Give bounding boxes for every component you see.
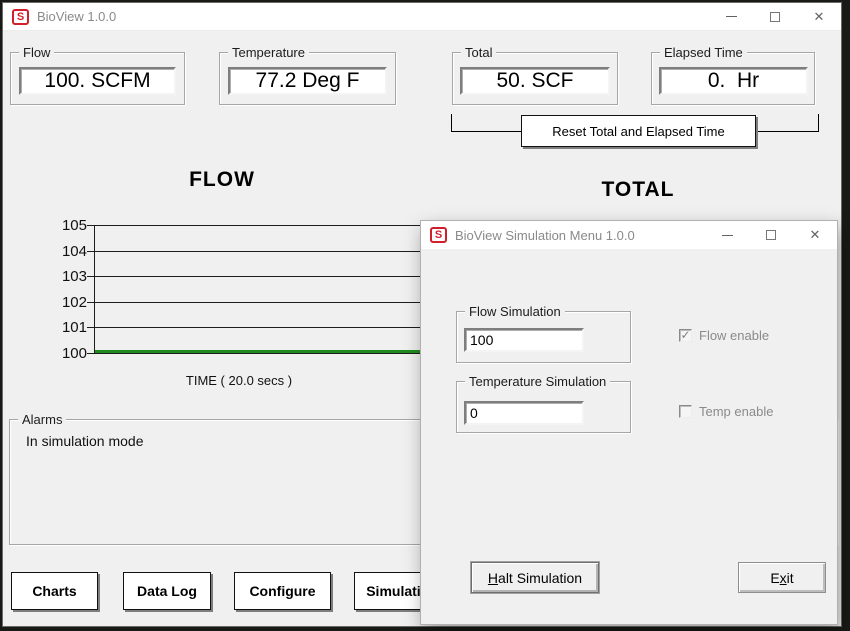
exit-button[interactable]: Exit [738,562,826,593]
temperature-simulation-label: Temperature Simulation [465,374,610,389]
close-button[interactable]: ✕ [797,3,841,30]
dialog-maximize-button[interactable] [749,221,793,249]
total-gauge-label: Total [461,45,496,60]
main-window-controls: ✕ [709,3,841,30]
y-axis-line [94,225,95,354]
close-icon: ✕ [814,9,825,25]
dialog-titlebar[interactable]: S BioView Simulation Menu 1.0.0 ✕ [421,221,837,249]
minimize-icon [722,235,733,236]
ytick [87,276,94,277]
checkbox-icon [679,405,692,418]
checkbox-icon: ✓ [679,329,692,342]
flow-simulation-input[interactable] [464,328,584,352]
ytick [87,302,94,303]
configure-button[interactable]: Configure [234,572,331,610]
ytick-label: 105 [51,217,87,234]
maximize-icon [770,12,780,22]
main-titlebar[interactable]: S BioView 1.0.0 ✕ [3,3,841,31]
time-axis-label: TIME ( 20.0 secs ) [139,373,339,388]
charts-button-label: Charts [32,583,76,599]
alarms-label: Alarms [18,412,66,427]
temperature-gauge-value: 77.2 Deg F [228,67,387,95]
ytick [87,327,94,328]
dialog-close-button[interactable]: ✕ [793,221,837,249]
dialog-window-controls: ✕ [705,221,837,249]
ytick-label: 104 [51,243,87,260]
flow-enable-label: Flow enable [699,328,769,343]
bracket-line [818,114,819,132]
bracket-line [451,114,452,132]
flow-chart-title: FLOW [122,168,322,192]
halt-simulation-button-label: Halt Simulation [488,570,582,586]
ytick-label: 100 [51,345,87,362]
maximize-icon [766,230,776,240]
temp-enable-label: Temp enable [699,404,773,419]
alarm-message: In simulation mode [26,433,144,449]
ytick-label: 101 [51,319,87,336]
exit-button-label: Exit [770,570,793,586]
flow-simulation-label: Flow Simulation [465,304,565,319]
total-chart-title: TOTAL [538,178,738,202]
ytick [87,225,94,226]
bracket-line [756,131,819,132]
maximize-button[interactable] [753,3,797,30]
data-log-button-label: Data Log [137,583,197,599]
minimize-button[interactable] [709,3,753,30]
dialog-logo-icon: S [430,227,447,243]
desktop: { "colors": { "accent_red": "#d21f2c", "… [0,0,850,631]
configure-button-label: Configure [249,583,315,599]
data-log-button[interactable]: Data Log [123,572,211,610]
dialog-title: BioView Simulation Menu 1.0.0 [455,228,635,243]
halt-simulation-button[interactable]: Halt Simulation [471,562,599,593]
flow-gauge-value: 100. SCFM [19,67,176,95]
bracket-line [451,131,521,132]
flow-enable-checkbox[interactable]: ✓ Flow enable [679,328,769,343]
ytick [87,251,94,252]
ytick-label: 103 [51,268,87,285]
simulation-dialog: S BioView Simulation Menu 1.0.0 ✕ Flow S… [420,220,838,625]
minimize-icon [726,16,737,17]
elapsed-time-gauge-label: Elapsed Time [660,45,747,60]
reset-total-button[interactable]: Reset Total and Elapsed Time [521,115,756,147]
app-logo-icon: S [12,9,29,25]
ytick-label: 102 [51,294,87,311]
main-window-title: BioView 1.0.0 [37,9,116,24]
dialog-minimize-button[interactable] [705,221,749,249]
reset-total-button-label: Reset Total and Elapsed Time [552,124,724,139]
flow-gauge-label: Flow [19,45,54,60]
total-gauge-value: 50. SCF [460,67,610,95]
temperature-gauge-label: Temperature [228,45,309,60]
elapsed-time-gauge-value: 0. Hr [659,67,808,95]
checkmark-icon: ✓ [680,330,690,341]
ytick [87,353,94,354]
close-icon: ✕ [810,227,821,243]
temp-enable-checkbox[interactable]: Temp enable [679,404,773,419]
charts-button[interactable]: Charts [11,572,98,610]
temperature-simulation-input[interactable] [464,401,584,425]
